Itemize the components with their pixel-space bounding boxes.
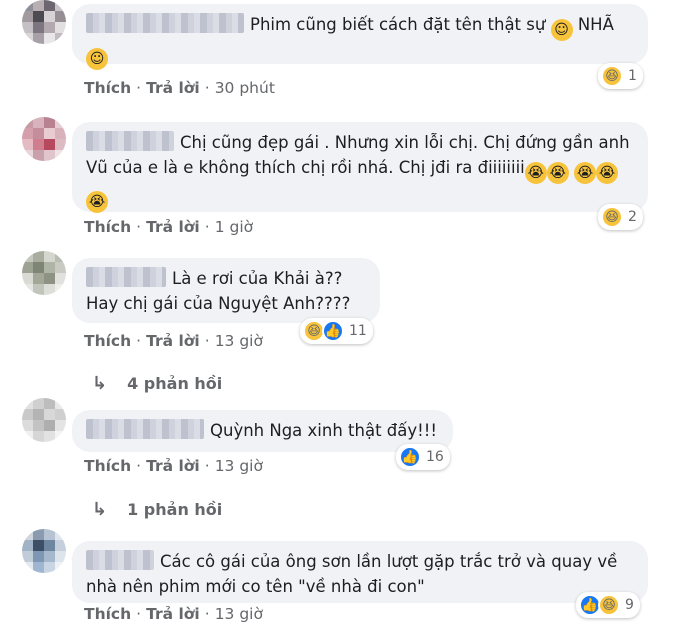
comment-actions: Thích · Trả lời · 30 phút <box>84 79 275 97</box>
commenter-name[interactable] <box>86 419 204 439</box>
comment-text-line1: Là e rơi của Khải à?? <box>172 269 343 288</box>
comment-bubble: Chị cũng đẹp gái . Nhưng xin lỗi chị. Ch… <box>72 122 648 213</box>
timestamp[interactable]: 13 giờ <box>215 457 263 475</box>
reaction-count: 11 <box>349 323 367 339</box>
comment-bubble: Các cô gái của ông sơn lần lượt gặp trắc… <box>72 541 648 603</box>
timestamp[interactable]: 1 giờ <box>215 218 253 236</box>
comment-text-line2: Hay chị gái của Nguyệt Anh???? <box>86 294 351 313</box>
like-link[interactable]: Thích <box>84 79 131 97</box>
smile-emoji-icon: ☺ <box>86 48 108 70</box>
comment-actions: Thích · Trả lời · 13 giờ <box>84 457 263 475</box>
crying-emoji-icon: 😭 <box>524 162 547 184</box>
like-icon: 👍 <box>399 446 421 468</box>
crying-emoji-icon: 😭 <box>86 191 108 213</box>
view-replies-link[interactable]: ↳ 4 phản hồi <box>92 373 222 394</box>
comment-actions: Thích · Trả lời · 13 giờ <box>84 605 263 623</box>
like-icon: 👍 <box>322 320 344 342</box>
smile-emoji-icon: ☺ <box>550 19 573 41</box>
comment-bubble: Phim cũng biết cách đặt tên thật sự ☺ NH… <box>72 4 648 70</box>
comment-text-tail: NHÃ <box>577 15 614 34</box>
reaction-summary[interactable]: 😆 1 <box>598 63 643 89</box>
timestamp[interactable]: 13 giờ <box>215 605 263 623</box>
crying-emoji-icon: 😭 <box>574 162 596 184</box>
reaction-count: 16 <box>426 449 444 465</box>
like-link[interactable]: Thích <box>84 332 131 350</box>
commenter-name[interactable] <box>86 131 174 151</box>
commenter-name[interactable] <box>86 550 154 570</box>
like-link[interactable]: Thích <box>84 457 131 475</box>
avatar[interactable] <box>22 251 66 295</box>
reply-link[interactable]: Trả lời <box>146 457 200 475</box>
comment-text: Phim cũng biết cách đặt tên thật sự <box>250 15 546 34</box>
reply-link[interactable]: Trả lời <box>146 79 200 97</box>
timestamp[interactable]: 13 giờ <box>215 332 263 350</box>
view-replies-link[interactable]: ↳ 1 phản hồi <box>92 499 222 520</box>
comment-bubble: Quỳnh Nga xinh thật đấy!!! <box>72 410 453 452</box>
reaction-summary[interactable]: 😆 👍 11 <box>300 318 373 344</box>
reply-link[interactable]: Trả lời <box>146 218 200 236</box>
reply-link[interactable]: Trả lời <box>146 605 200 623</box>
haha-emoji-icon: 😆 <box>601 65 623 87</box>
reaction-count: 1 <box>628 68 637 84</box>
avatar[interactable] <box>22 117 66 161</box>
reaction-summary[interactable]: 👍 16 <box>396 444 450 470</box>
avatar[interactable] <box>22 529 66 573</box>
crying-emoji-icon: 😭 <box>596 162 618 184</box>
reply-arrow-icon: ↳ <box>92 373 108 394</box>
comment-actions: Thích · Trả lời · 13 giờ <box>84 332 263 350</box>
reaction-count: 9 <box>625 597 634 613</box>
reaction-count: 2 <box>628 209 637 225</box>
crying-emoji-icon: 😭 <box>546 162 569 184</box>
avatar[interactable] <box>22 0 66 44</box>
commenter-name[interactable] <box>86 13 244 33</box>
comment-actions: Thích · Trả lời · 1 giờ <box>84 218 254 236</box>
reaction-summary[interactable]: 😆 2 <box>598 204 643 230</box>
comment-text: Quỳnh Nga xinh thật đấy!!! <box>210 421 437 440</box>
haha-emoji-icon: 😆 <box>598 594 620 616</box>
reaction-summary[interactable]: 👍 😆 9 <box>576 592 640 618</box>
replies-count: 1 phản hồi <box>127 500 223 519</box>
reply-arrow-icon: ↳ <box>92 499 108 520</box>
commenter-name[interactable] <box>86 267 166 287</box>
comment-bubble: Là e rơi của Khải à?? Hay chị gái của Ng… <box>72 258 380 323</box>
comment-text: Các cô gái của ông sơn lần lượt gặp trắc… <box>86 552 618 596</box>
haha-emoji-icon: 😆 <box>601 206 623 228</box>
like-link[interactable]: Thích <box>84 605 131 623</box>
reply-link[interactable]: Trả lời <box>146 332 200 350</box>
like-link[interactable]: Thích <box>84 218 131 236</box>
avatar[interactable] <box>22 398 66 442</box>
replies-count: 4 phản hồi <box>127 374 223 393</box>
timestamp[interactable]: 30 phút <box>215 79 275 97</box>
